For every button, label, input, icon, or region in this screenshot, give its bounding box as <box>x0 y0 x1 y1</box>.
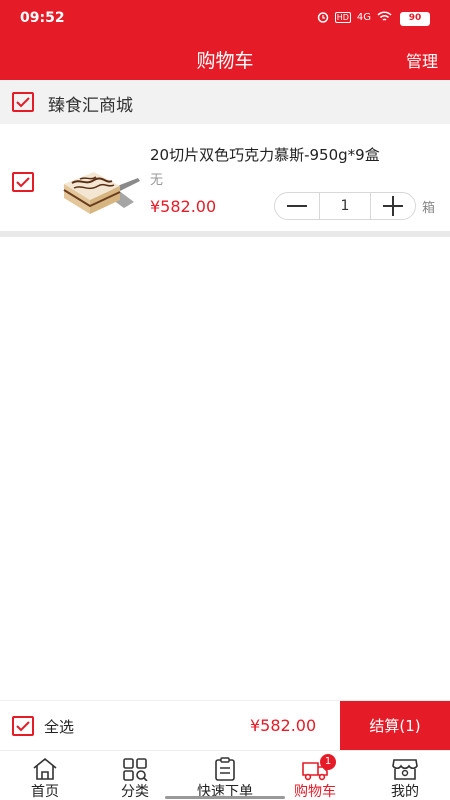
product-title[interactable]: 20切片双色巧克力慕斯-950g*9盒 <box>150 144 380 165</box>
checkmark-icon <box>16 721 30 732</box>
select-all-checkbox[interactable] <box>12 716 34 736</box>
tab-bar: 首页 分类 快速下单 1 购物车 我的 <box>0 750 450 800</box>
tab-label: 首页 <box>31 784 59 800</box>
checkout-bar: 全选 ¥582.00 结算(1) <box>0 700 450 751</box>
total-price: ¥582.00 <box>250 716 317 735</box>
quantity-value[interactable]: 1 <box>319 193 371 219</box>
checkmark-icon <box>16 177 30 188</box>
home-icon <box>33 757 57 780</box>
tab-quick-order[interactable]: 快速下单 <box>180 751 270 800</box>
checkout-button[interactable]: 结算(1) <box>340 701 450 751</box>
shop-row: 臻食汇商城 <box>0 80 450 124</box>
shop-name[interactable]: 臻食汇商城 <box>48 91 133 116</box>
clipboard-icon <box>215 757 235 781</box>
status-bar: 09:52 HD 4G 90 <box>0 0 450 38</box>
home-indicator <box>165 796 285 799</box>
tab-home[interactable]: 首页 <box>0 751 90 800</box>
cart-item: 20切片双色巧克力慕斯-950g*9盒 无 ¥582.00 1 箱 <box>0 124 450 232</box>
tab-label: 我的 <box>391 784 419 800</box>
tab-category[interactable]: 分类 <box>90 751 180 800</box>
status-time: 09:52 <box>20 10 65 26</box>
select-all-label[interactable]: 全选 <box>44 716 74 737</box>
battery-indicator: 90 <box>400 12 430 26</box>
quantity-stepper: 1 <box>274 192 416 220</box>
status-icons: HD 4G <box>317 11 392 23</box>
increase-button[interactable] <box>371 193 415 219</box>
divider <box>0 231 450 237</box>
header: 购物车 管理 <box>0 38 450 80</box>
decrease-button[interactable] <box>275 193 319 219</box>
product-image[interactable] <box>58 150 144 230</box>
profile-store-icon <box>392 759 418 780</box>
item-checkbox[interactable] <box>12 172 34 192</box>
alarm-icon <box>317 12 328 23</box>
tab-profile[interactable]: 我的 <box>360 751 450 800</box>
category-icon <box>123 758 148 781</box>
unit-label: 箱 <box>422 201 436 216</box>
product-price: ¥582.00 <box>150 197 217 216</box>
checkmark-icon <box>16 97 30 108</box>
network-indicator: 4G <box>356 11 371 23</box>
product-spec: 无 <box>150 173 164 188</box>
tab-cart[interactable]: 1 购物车 <box>270 751 360 800</box>
wifi-icon <box>377 11 392 21</box>
shop-checkbox[interactable] <box>12 92 34 112</box>
page-title: 购物车 <box>196 50 254 72</box>
manage-button[interactable]: 管理 <box>406 48 438 72</box>
hd-indicator: HD <box>334 11 351 23</box>
cart-badge: 1 <box>320 754 336 770</box>
